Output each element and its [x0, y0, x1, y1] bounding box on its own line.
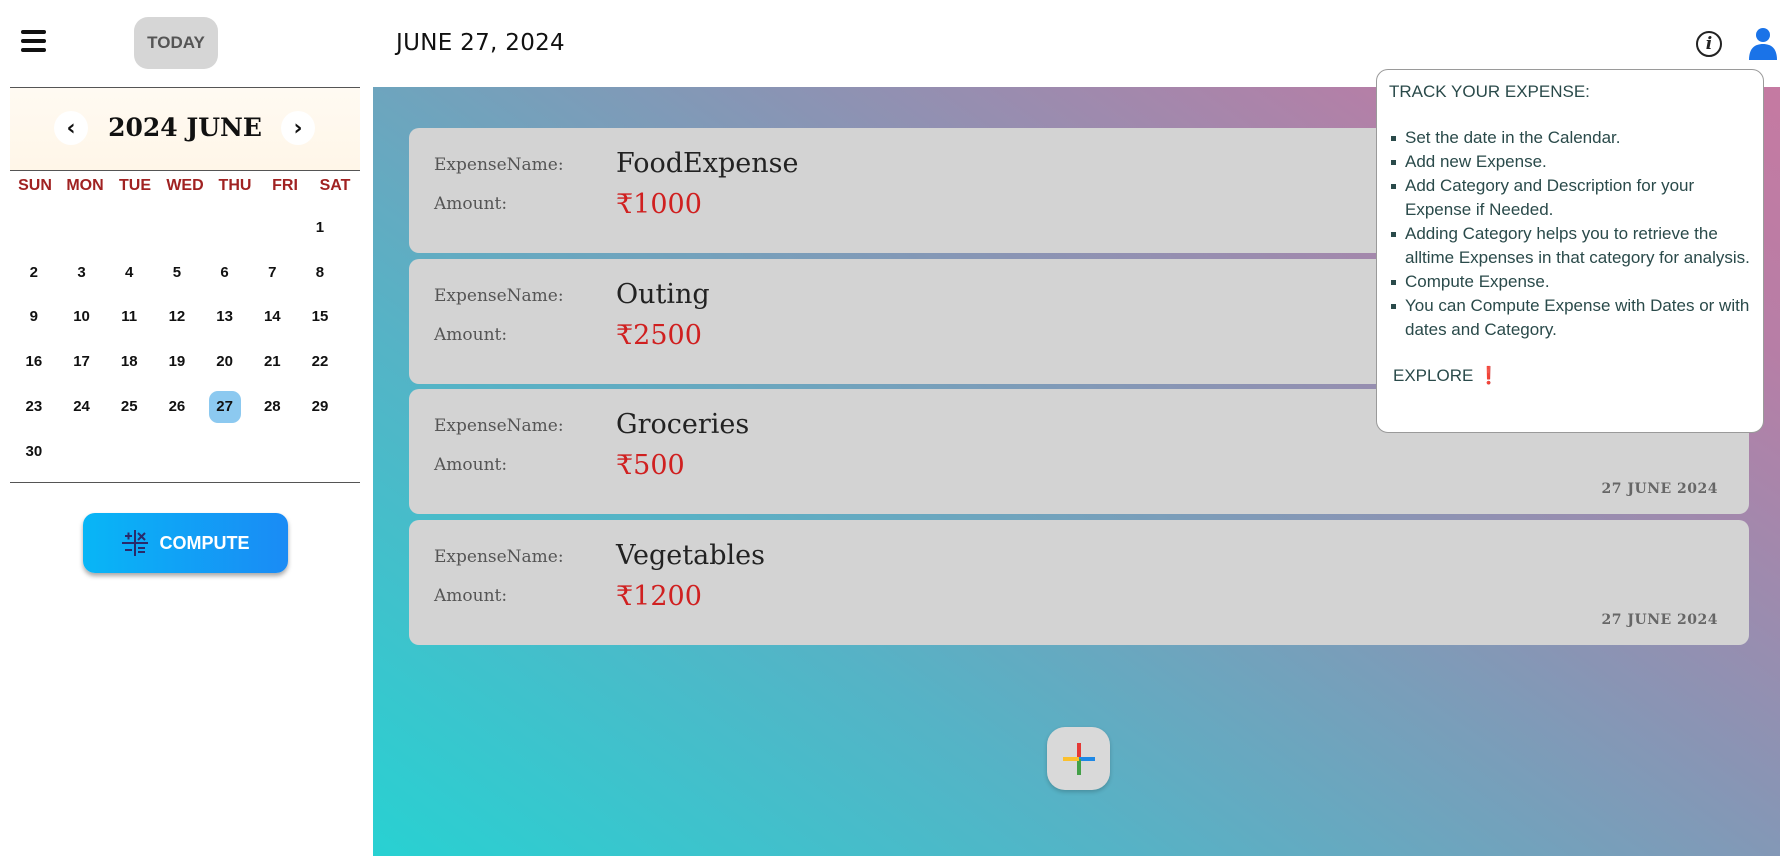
explore-text: EXPLORE ❗ [1393, 366, 1500, 385]
calendar-empty-cell [10, 205, 58, 250]
plus-icon [1062, 742, 1095, 775]
user-icon[interactable] [1746, 26, 1780, 60]
expense-date: 27 JUNE 2024 [1601, 611, 1718, 628]
calendar-day[interactable]: 6 [201, 250, 249, 295]
prev-month-icon[interactable]: ‹ [54, 111, 88, 145]
compute-button[interactable]: COMPUTE [83, 513, 288, 573]
calendar-day[interactable]: 22 [296, 339, 344, 384]
today-button[interactable]: TODAY [134, 17, 218, 69]
calendar-day[interactable]: 28 [248, 384, 296, 429]
popover-list-item: Adding Category helps you to retrieve th… [1389, 222, 1751, 270]
calendar-day[interactable]: 5 [153, 250, 201, 295]
next-month-icon[interactable]: › [281, 111, 315, 145]
expense-amount: ₹1200 [616, 580, 702, 612]
amount-label: Amount: [434, 455, 508, 475]
calendar-day[interactable]: 29 [296, 384, 344, 429]
popover-list-item: Set the date in the Calendar. [1389, 126, 1751, 150]
calendar-day[interactable]: 11 [105, 295, 153, 340]
expense-name-label: ExpenseName: [434, 416, 564, 436]
menu-icon[interactable] [21, 30, 46, 52]
calendar-day[interactable]: 14 [248, 295, 296, 340]
expense-name: Outing [616, 278, 710, 310]
expense-amount: ₹500 [616, 450, 685, 481]
calendar-day[interactable]: 17 [58, 339, 106, 384]
calendar-day[interactable]: 7 [248, 250, 296, 295]
calendar-day[interactable]: 1 [296, 205, 344, 250]
calendar-day[interactable]: 26 [153, 384, 201, 429]
popover-title: TRACK YOUR EXPENSE: [1389, 82, 1590, 101]
calendar-empty-cell [201, 205, 249, 250]
calendar-day[interactable]: 15 [296, 295, 344, 340]
info-popover: TRACK YOUR EXPENSE: Set the date in the … [1376, 69, 1764, 433]
popover-list: Set the date in the Calendar. Add new Exp… [1389, 126, 1751, 342]
add-expense-button[interactable] [1047, 727, 1110, 790]
compute-label: COMPUTE [159, 532, 250, 553]
calendar-empty-cell [58, 205, 106, 250]
calendar-day[interactable]: 20 [201, 339, 249, 384]
exclamation-icon: ❗ [1478, 366, 1500, 385]
calendar-day[interactable]: 19 [153, 339, 201, 384]
weekday-label: MON [66, 177, 104, 194]
calendar-day[interactable]: 10 [58, 295, 106, 340]
popover-list-item: You can Compute Expense with Dates or wi… [1389, 294, 1751, 342]
calendar-day[interactable]: 16 [10, 339, 58, 384]
expense-name: Groceries [616, 409, 750, 440]
amount-label: Amount: [434, 324, 508, 345]
current-date: JUNE 27, 2024 [396, 30, 565, 56]
calendar-empty-cell [105, 205, 153, 250]
weekday-label: TUE [119, 177, 151, 194]
calculator-icon [121, 530, 148, 556]
calendar-title: 2024 JUNE [108, 113, 262, 142]
calendar-empty-cell [153, 205, 201, 250]
amount-label: Amount: [434, 194, 508, 214]
calendar-empty-cell [248, 205, 296, 250]
calendar-day[interactable]: 3 [58, 250, 106, 295]
expense-name: FoodExpense [616, 148, 799, 179]
weekday-label: SUN [18, 177, 52, 194]
info-icon[interactable]: i [1696, 31, 1722, 57]
calendar-day[interactable]: 8 [296, 250, 344, 295]
calendar-day-selected[interactable]: 27 [201, 384, 249, 429]
popover-list-item: Add Category and Description for your Ex… [1389, 174, 1751, 222]
expense-name-label: ExpenseName: [434, 546, 564, 567]
sidebar: ‹ 2024 JUNE › SUN MON TUE WED THU FRI SAT 1234… [0, 87, 373, 856]
calendar-header: ‹ 2024 JUNE › [10, 88, 360, 170]
calendar-bottom-divider [10, 482, 360, 483]
calendar-day[interactable]: 23 [10, 384, 58, 429]
calendar-header-divider [10, 170, 360, 171]
weekday-label: FRI [272, 177, 298, 194]
calendar-day[interactable]: 24 [58, 384, 106, 429]
calendar-day[interactable]: 21 [248, 339, 296, 384]
expense-name-label: ExpenseName: [434, 285, 564, 306]
expense-date: 27 JUNE 2024 [1601, 481, 1718, 497]
expense-amount: ₹2500 [616, 319, 702, 351]
calendar-days-grid: 1 2 3 4 5 6 7 8 9 10 11 12 13 14 15 16 17 18 19 20 21 22 23 24 2… [10, 205, 360, 474]
calendar-day[interactable]: 4 [105, 250, 153, 295]
calendar-day[interactable]: 30 [10, 429, 58, 474]
popover-list-item: Compute Expense. [1389, 270, 1751, 294]
weekday-label: SAT [319, 177, 351, 194]
expense-name-label: ExpenseName: [434, 155, 564, 175]
calendar-day[interactable]: 9 [10, 295, 58, 340]
expense-name: Vegetables [616, 539, 765, 571]
expense-amount: ₹1000 [616, 189, 702, 220]
calendar-day[interactable]: 13 [201, 295, 249, 340]
amount-label: Amount: [434, 585, 508, 606]
weekday-label: THU [218, 177, 252, 194]
expense-card[interactable]: ExpenseName: Vegetables Amount: ₹1200 27 JUN… [409, 519, 1749, 645]
calendar-day[interactable]: 18 [105, 339, 153, 384]
weekday-row: SUN MON TUE WED THU FRI SAT [10, 177, 360, 195]
popover-list-item: Add new Expense. [1389, 150, 1751, 174]
calendar-day[interactable]: 12 [153, 295, 201, 340]
weekday-label: WED [166, 177, 204, 194]
calendar-day[interactable]: 25 [105, 384, 153, 429]
calendar-day[interactable]: 2 [10, 250, 58, 295]
